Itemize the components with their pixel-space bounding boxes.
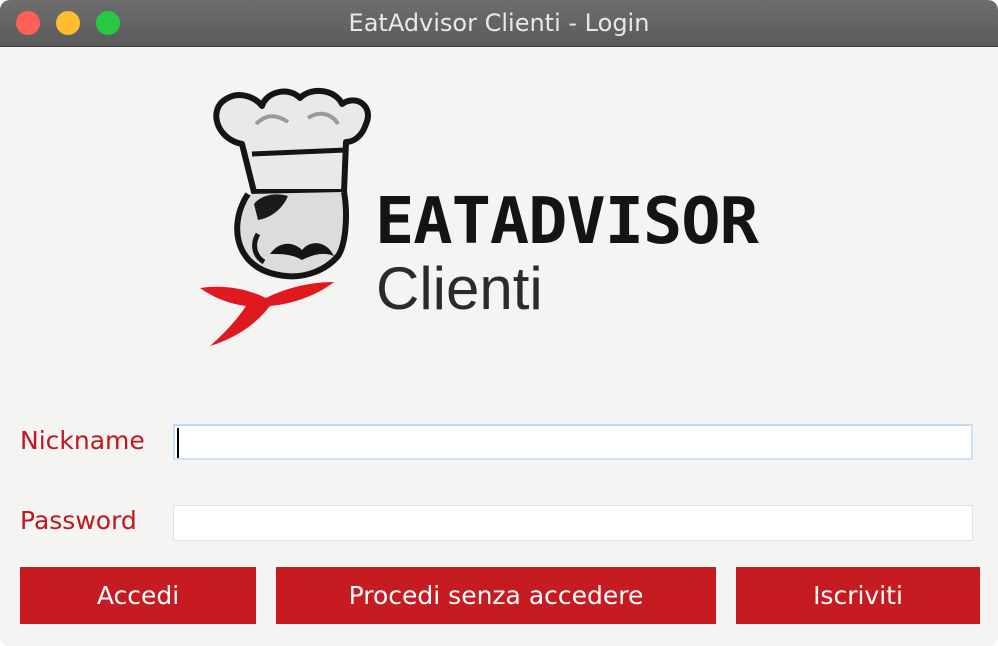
nickname-input[interactable] (173, 424, 973, 460)
password-label: Password (20, 506, 137, 535)
nickname-label: Nickname (20, 426, 145, 455)
text-caret (177, 428, 179, 458)
title-bar[interactable]: EatAdvisor Clienti - Login (0, 0, 998, 47)
signup-button[interactable]: Iscriviti (736, 567, 980, 624)
window-title: EatAdvisor Clienti - Login (348, 9, 650, 37)
guest-continue-button[interactable]: Procedi senza accedere (276, 567, 716, 624)
login-button[interactable]: Accedi (20, 567, 256, 624)
password-input[interactable] (173, 505, 973, 541)
login-window: EatAdvisor Clienti - Login EATADVISOR Cl… (0, 0, 998, 646)
logo-subtitle: Clienti (376, 255, 543, 322)
